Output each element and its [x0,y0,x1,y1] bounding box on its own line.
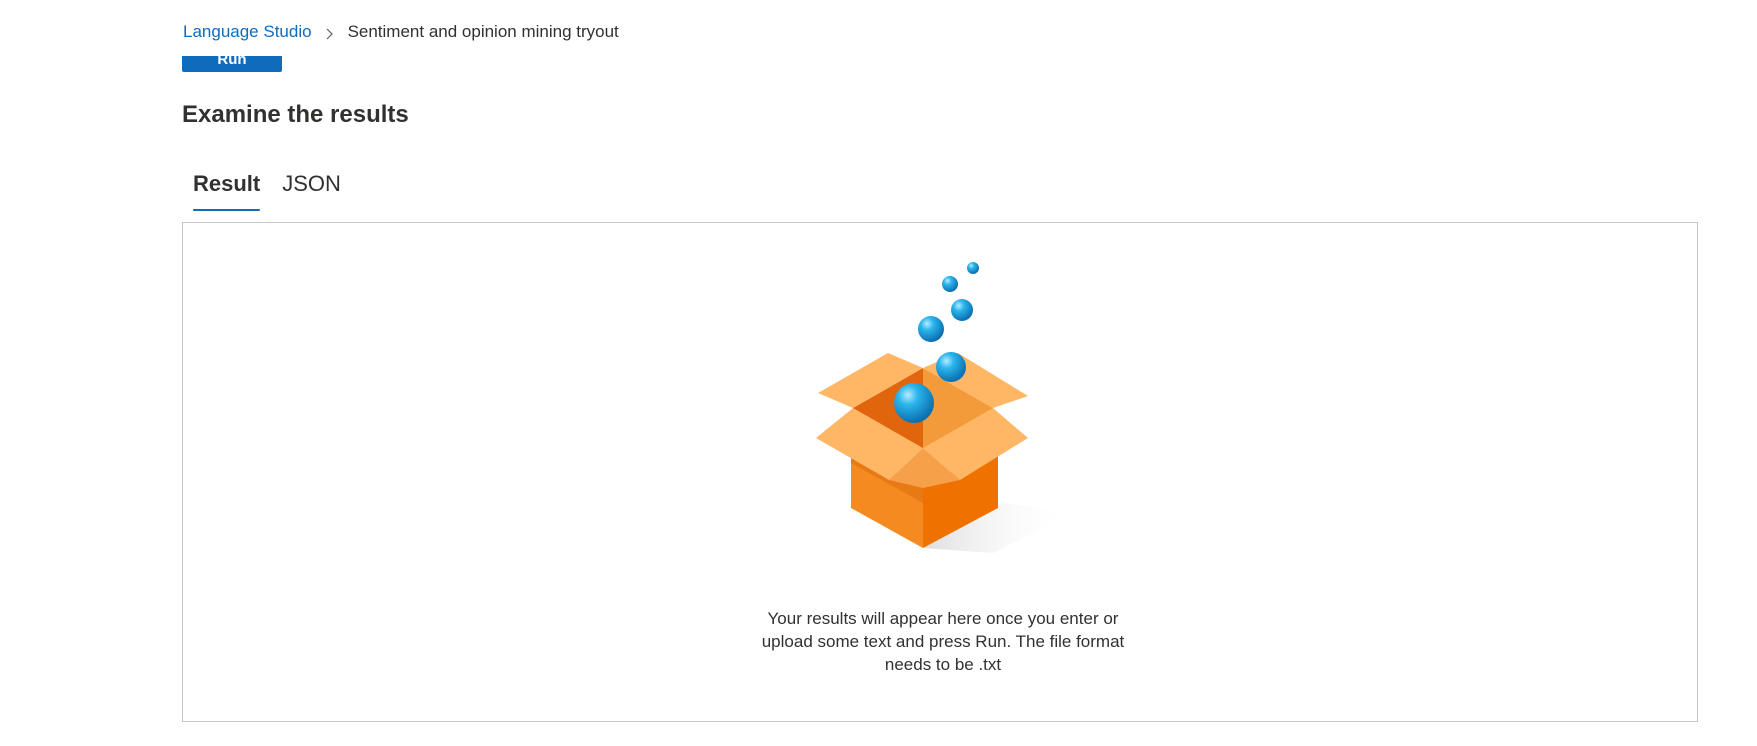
tab-json[interactable]: JSON [271,168,352,212]
breadcrumb-language-studio-link[interactable]: Language Studio [183,22,312,42]
breadcrumb-bar: Language Studio Sentiment and opinion mi… [0,0,1757,56]
chevron-right-icon [325,28,334,39]
breadcrumb: Language Studio Sentiment and opinion mi… [183,22,619,42]
result-tabs: Result JSON [182,168,352,212]
section-title: Examine the results [182,101,409,128]
language-studio-page: Run Language Studio Sentiment and opinio… [0,0,1757,746]
tab-result[interactable]: Result [182,168,271,212]
open-box-with-bubbles-icon [803,258,1093,558]
breadcrumb-current-page: Sentiment and opinion mining tryout [347,22,619,41]
result-panel: Your results will appear here once you e… [182,222,1698,722]
empty-state-message: Your results will appear here once you e… [761,609,1125,674]
